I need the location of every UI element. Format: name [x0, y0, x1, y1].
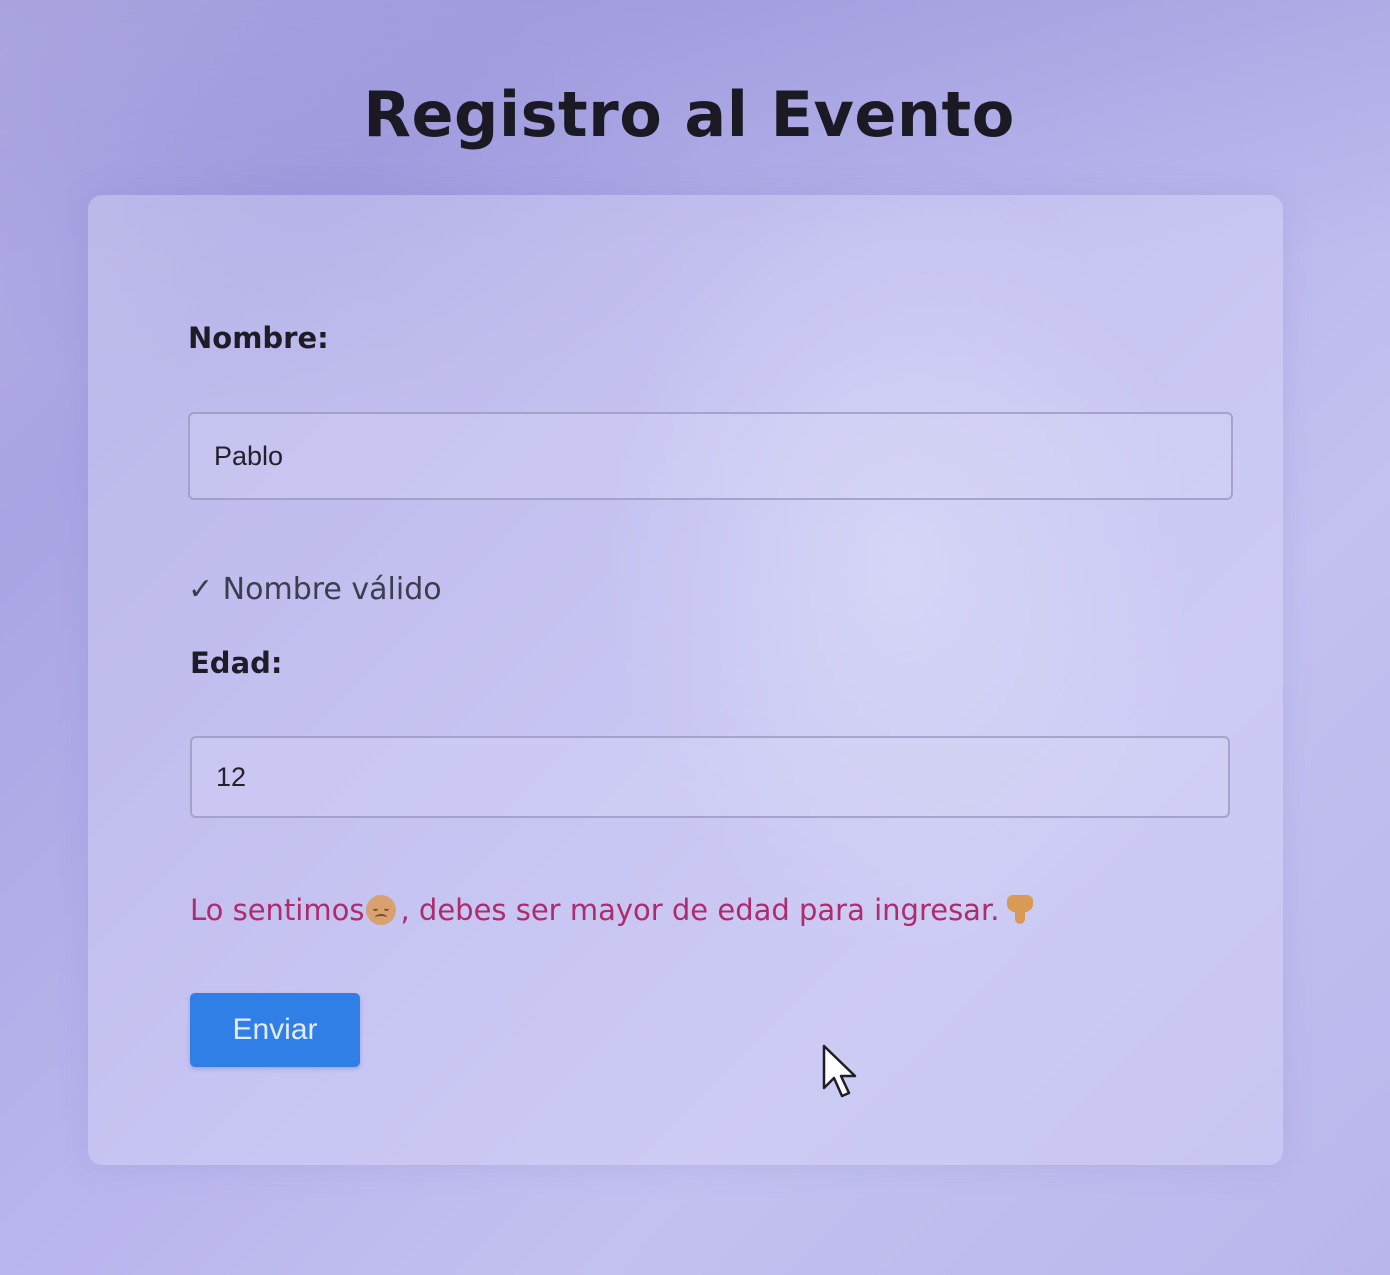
- thumbs-down-icon: [1007, 895, 1034, 925]
- page-title: Registro al Evento: [363, 78, 1015, 151]
- age-input[interactable]: 12: [190, 736, 1230, 818]
- name-input[interactable]: Pablo: [188, 412, 1233, 500]
- age-error-message: Lo sentimos , debes ser mayor de edad pa…: [190, 893, 1034, 927]
- submit-button-label: Enviar: [232, 1013, 318, 1046]
- age-input-value: 12: [216, 761, 247, 792]
- submit-button[interactable]: Enviar: [190, 993, 360, 1067]
- name-valid-message: ✓ Nombre válido: [188, 572, 442, 607]
- name-label: Nombre:: [188, 321, 329, 355]
- age-label: Edad:: [190, 646, 283, 680]
- mouse-cursor-icon: [822, 1044, 857, 1098]
- disappointed-face-icon: [366, 895, 397, 925]
- name-input-value: Pablo: [214, 440, 284, 471]
- error-text-end: , debes ser mayor de edad para ingresar.: [400, 893, 1000, 927]
- error-text-start: Lo sentimos: [190, 893, 365, 927]
